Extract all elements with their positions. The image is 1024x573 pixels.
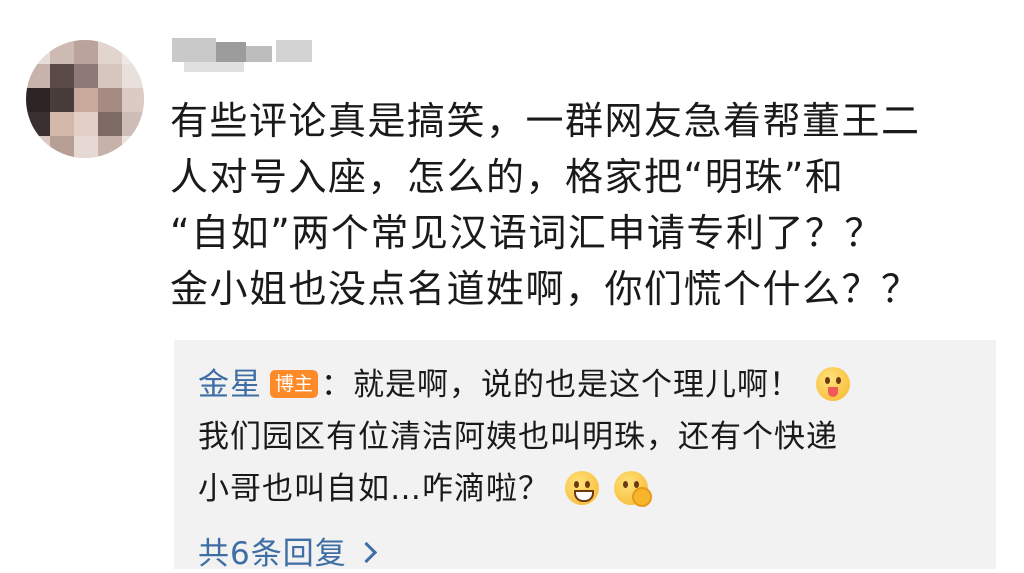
reply-line3-text: 小哥也叫自如…咋滴啦？: [198, 471, 550, 507]
tongue-out-emoji-icon: [815, 367, 850, 401]
comment-line: 人对号入座，怎么的，格家把“明珠”和: [170, 155, 845, 199]
reply-line-1: 金星 博主 ：就是啊，说的也是这个理儿啊！: [198, 359, 988, 411]
reply-line-2: 我们园区有位清洁阿姨也叫明珠，还有个快递: [198, 419, 838, 455]
comment-line: 有些评论真是搞笑，一群网友急着帮董王二: [170, 99, 921, 143]
chevron-right-icon: [355, 541, 377, 564]
username-pixelated[interactable]: [172, 38, 332, 72]
avatar[interactable]: [26, 40, 144, 158]
view-all-replies-link[interactable]: 共6条回复: [198, 528, 377, 573]
reply-separator: ：: [321, 367, 354, 403]
reply-author-link[interactable]: 金星: [198, 367, 262, 403]
comment-text: 有些评论真是搞笑，一群网友急着帮董王二 人对号入座，怎么的，格家把“明珠”和 “…: [170, 93, 1010, 317]
author-badge: 博主: [270, 370, 319, 398]
reply-line1-text: 就是啊，说的也是这个理儿啊！: [353, 367, 802, 403]
comment-line: “自如”两个常见汉语词汇申请专利了？？: [170, 211, 884, 255]
replies-count-label: 共6条回复: [198, 536, 347, 572]
reply-preview-box[interactable]: 金星 博主 ：就是啊，说的也是这个理儿啊！ 我们园区有位清洁阿姨也叫明珠，还有个快递…: [174, 340, 996, 572]
grin-emoji-icon: [564, 471, 599, 505]
comment-line: 金小姐也没点名道姓啊，你们慌个什么？？: [170, 267, 921, 311]
reply-line-3: 小哥也叫自如…咋滴啦？: [198, 463, 988, 515]
reply-text: 金星 博主 ：就是啊，说的也是这个理儿啊！ 我们园区有位清洁阿姨也叫明珠，还有个快递…: [198, 359, 988, 515]
hand-over-mouth-emoji-icon: [613, 471, 652, 507]
